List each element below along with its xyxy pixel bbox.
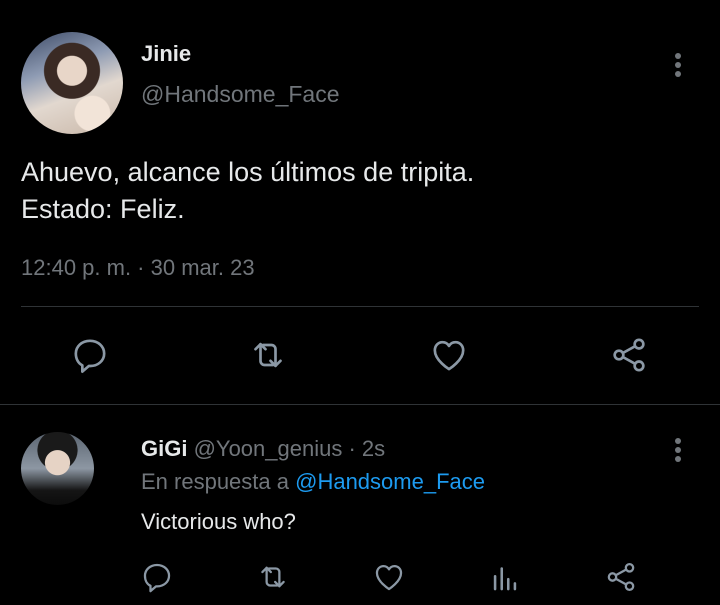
more-options-icon[interactable]: [674, 53, 682, 81]
tweet-timestamp[interactable]: 12:40 p. m. · 30 mar. 23: [21, 255, 255, 281]
share-icon[interactable]: [609, 335, 649, 375]
reply-author-avatar[interactable]: [21, 432, 94, 505]
reply-separator: ·: [342, 436, 362, 461]
tweet-text: Ahuevo, alcance los últimos de tripita. …: [21, 154, 701, 228]
reply-context-prefix: En respuesta a: [141, 469, 296, 494]
author-name[interactable]: Jinie: [141, 41, 191, 67]
divider: [21, 306, 699, 307]
reply-author-handle[interactable]: @Yoon_genius: [194, 436, 343, 461]
reply-author-name[interactable]: GiGi: [141, 436, 187, 461]
views-icon[interactable]: [488, 560, 522, 594]
retweet-icon[interactable]: [256, 560, 290, 594]
reply-timestamp[interactable]: 2s: [362, 436, 385, 461]
retweet-icon[interactable]: [248, 335, 288, 375]
author-handle[interactable]: @Handsome_Face: [141, 81, 340, 108]
author-avatar[interactable]: [21, 32, 123, 134]
reply-header: GiGi @Yoon_genius · 2s: [141, 436, 385, 462]
tweet-text-line: Ahuevo, alcance los últimos de tripita.: [21, 157, 475, 187]
tweet-text-line: Estado: Feliz.: [21, 194, 185, 224]
reply-text: Victorious who?: [141, 509, 296, 534]
more-options-icon[interactable]: [674, 438, 682, 466]
share-icon[interactable]: [604, 560, 638, 594]
reply-context: En respuesta a @Handsome_Face: [141, 469, 485, 495]
reply-mention-link[interactable]: @Handsome_Face: [295, 469, 485, 494]
reply-icon[interactable]: [140, 560, 174, 594]
like-icon[interactable]: [372, 560, 406, 594]
reply-icon[interactable]: [70, 335, 110, 375]
like-icon[interactable]: [429, 335, 469, 375]
divider: [0, 404, 720, 405]
